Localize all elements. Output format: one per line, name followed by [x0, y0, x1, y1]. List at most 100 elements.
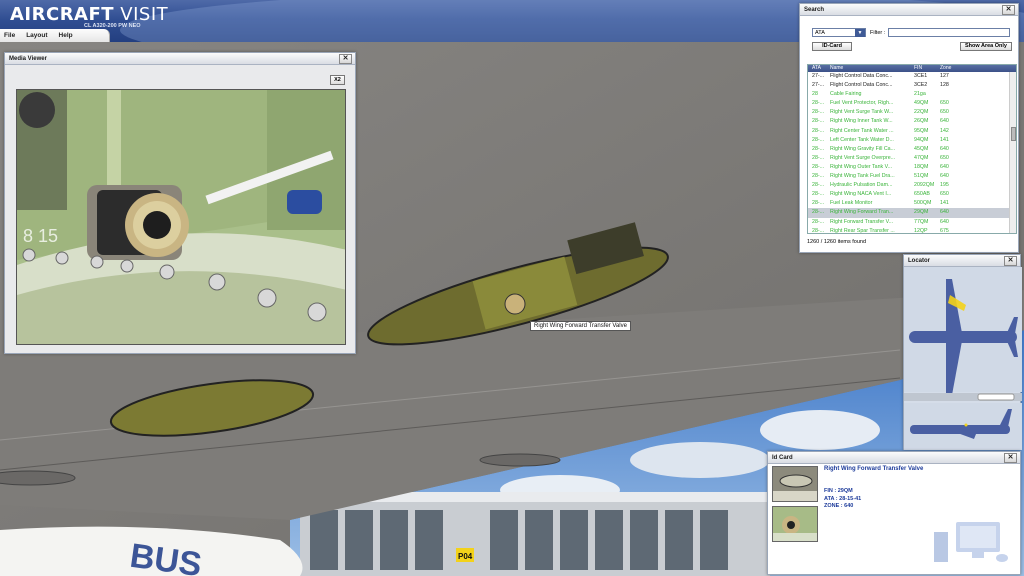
- cell-zone: 195: [940, 182, 949, 189]
- table-row[interactable]: 28-... Left Center Tank Water D... 94QM 141: [808, 136, 1016, 145]
- table-row[interactable]: 28 Cable Fairing 21ga: [808, 90, 1016, 99]
- id-card-close-button[interactable]: ✕: [1004, 453, 1017, 463]
- table-row[interactable]: 28-... Fuel Leak Monitor 500QM 141: [808, 199, 1016, 208]
- component-fin: FIN : 29QM: [824, 488, 853, 494]
- cell-zone: 675: [940, 227, 949, 234]
- table-row[interactable]: 28-... Right Wing NACA Vent I... 650AB 650: [808, 190, 1016, 199]
- filter-input[interactable]: [888, 28, 1011, 37]
- media-viewer-title[interactable]: Media Viewer ✕: [5, 53, 355, 65]
- results-table: ATA Name FIN Zone 27-... Flight Control D…: [807, 64, 1017, 234]
- cell-ata: 28-...: [812, 173, 825, 180]
- locator-views[interactable]: [904, 267, 1022, 450]
- component-tooltip: Right Wing Forward Transfer Valve: [530, 321, 631, 331]
- id-card-button[interactable]: ID-Card: [812, 42, 852, 51]
- column-ata[interactable]: ATA: [808, 65, 830, 72]
- table-row[interactable]: 28-... Right Wing Gravity Fill Ca... 45QM 6…: [808, 145, 1016, 154]
- column-fin[interactable]: FIN: [912, 65, 940, 72]
- cell-ata: 28-...: [812, 227, 825, 234]
- cell-ata: 28-...: [812, 100, 825, 107]
- cell-fin: 95QM: [914, 127, 929, 134]
- cell-fin: 26QM: [914, 118, 929, 125]
- cell-zone: 142: [940, 127, 949, 134]
- menu-file[interactable]: File: [4, 32, 15, 39]
- cell-ata: 28-...: [812, 154, 825, 161]
- cell-ata: 28-...: [812, 182, 825, 189]
- cell-name: Right Wing Inner Tank W...: [830, 118, 893, 125]
- locator-title[interactable]: Locator ✕: [904, 255, 1020, 267]
- cell-ata: 28-...: [812, 200, 825, 207]
- id-card-title[interactable]: Id Card ✕: [768, 452, 1020, 464]
- column-name[interactable]: Name: [830, 65, 912, 72]
- cell-zone: 650: [940, 100, 949, 107]
- id-card-panel: Id Card ✕ Right Wing Forward Transfer Va…: [767, 451, 1021, 575]
- table-body: 27-... Flight Control Data Conc... 3CE1 127…: [808, 72, 1016, 234]
- cell-zone: 640: [940, 163, 949, 170]
- zoom-x2-button[interactable]: X2: [330, 75, 345, 85]
- table-header: ATA Name FIN Zone: [808, 65, 1016, 72]
- cell-fin: 3CE1: [914, 73, 928, 79]
- cell-name: Fuel Vent Protector, Righ...: [830, 100, 894, 107]
- search-close-button[interactable]: ✕: [1002, 5, 1015, 15]
- menu-help[interactable]: Help: [59, 32, 73, 39]
- cell-fin: 2092QM: [914, 182, 935, 189]
- id-card-thumbnail-1[interactable]: [772, 466, 818, 502]
- table-row[interactable]: 28-... Hydraulic Pulsation Dam... 2092QM 19…: [808, 181, 1016, 190]
- table-row[interactable]: 28-... Right Wing Outer Tank V... 18QM 640: [808, 163, 1016, 172]
- cell-name: Right Wing NACA Vent I...: [830, 191, 892, 198]
- cell-fin: 500QM: [914, 200, 932, 207]
- gate-sign-text: P04: [458, 552, 473, 561]
- table-row[interactable]: 28-... Right Wing Forward Tran... 29QM 640: [808, 208, 1016, 218]
- cell-name: Right Vent Surge Tank W...: [830, 109, 894, 116]
- cell-name: Fuel Leak Monitor: [830, 200, 873, 207]
- search-title[interactable]: Search ✕: [800, 4, 1018, 16]
- table-row[interactable]: 28-... Right Center Tank Water ... 95QM 142: [808, 127, 1016, 136]
- cell-zone: 640: [940, 173, 949, 180]
- cell-fin: 21ga: [914, 91, 926, 98]
- id-card-thumbnail-2[interactable]: [772, 506, 818, 542]
- chevron-down-icon[interactable]: ▼: [855, 29, 865, 37]
- column-zone[interactable]: Zone: [940, 65, 970, 72]
- locator-close-button[interactable]: ✕: [1004, 256, 1017, 266]
- cell-name: Right Wing Outer Tank V...: [830, 163, 893, 170]
- cell-zone: 128: [940, 82, 949, 89]
- app-logo: AIRCRAFT VISIT: [10, 4, 169, 25]
- cell-fin: 29QM: [914, 209, 929, 216]
- cell-zone: 127: [940, 73, 949, 79]
- cell-zone: [940, 90, 970, 99]
- menu-layout[interactable]: Layout: [26, 32, 47, 39]
- cell-ata: 28-...: [812, 127, 825, 134]
- component-ata: ATA : 28-15-41: [824, 495, 862, 502]
- search-type-select[interactable]: ATA ▼: [812, 28, 866, 37]
- cell-ata: 28-...: [812, 145, 825, 152]
- cell-fin: 18QM: [914, 163, 929, 170]
- cell-zone: 141: [940, 200, 949, 207]
- media-viewer-panel: Media Viewer ✕ X2 8 15: [4, 52, 356, 354]
- cell-fin: 47QM: [914, 154, 929, 161]
- cell-ata: 28: [812, 91, 818, 98]
- table-row[interactable]: 28-... Right Wing Tank Fuel Dra... 51QM 640: [808, 172, 1016, 181]
- table-row[interactable]: 28-... Fuel Vent Protector, Righ... 49QM 65…: [808, 99, 1016, 108]
- table-row[interactable]: 27-... Flight Control Data Conc... 3CE2 128: [808, 81, 1016, 90]
- cell-name: Left Center Tank Water D...: [830, 136, 894, 143]
- cell-name: Right Vent Surge Overpre...: [830, 154, 896, 161]
- show-area-only-button[interactable]: Show Area Only: [960, 42, 1012, 51]
- cell-fin: 650AB: [914, 191, 930, 198]
- cell-zone: 650: [940, 191, 949, 198]
- table-row[interactable]: 27-... Flight Control Data Conc... 3CE1 127: [808, 72, 1016, 81]
- cell-fin: 77QM: [914, 218, 929, 225]
- component-zone: ZONE : 640: [824, 503, 854, 509]
- table-row[interactable]: 28-... Right Vent Surge Tank W... 22QM 650: [808, 108, 1016, 117]
- table-row[interactable]: 28-... Right Vent Surge Overpre... 47QM 650: [808, 154, 1016, 163]
- cell-ata: 28-...: [812, 136, 825, 143]
- table-row[interactable]: 28-... Right Forward Transfer V... 77QM 640: [808, 218, 1016, 227]
- cell-ata: 28-...: [812, 118, 825, 125]
- table-row[interactable]: 28-... Right Wing Inner Tank W... 26QM 640: [808, 117, 1016, 126]
- component-photo[interactable]: 8 15: [16, 89, 346, 345]
- scrollbar-thumb[interactable]: [1011, 127, 1016, 141]
- cell-name: Right Wing Gravity Fill Ca...: [830, 145, 896, 152]
- table-row[interactable]: 28-... Right Rear Spar Transfer ... 12QP 67…: [808, 227, 1016, 234]
- cell-zone: 640: [940, 218, 949, 225]
- results-scrollbar[interactable]: [1009, 72, 1016, 233]
- cell-zone: 141: [940, 136, 949, 143]
- media-viewer-close-button[interactable]: ✕: [339, 54, 352, 64]
